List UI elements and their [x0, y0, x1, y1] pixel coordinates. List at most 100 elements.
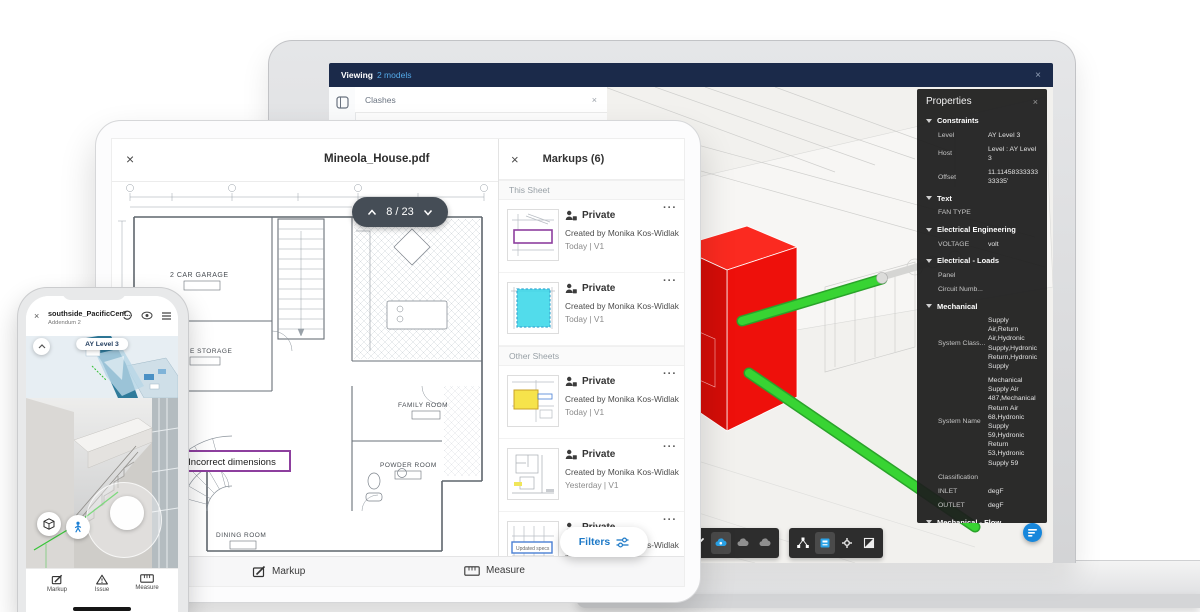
level-badge[interactable]: AY Level 3 [76, 338, 128, 350]
collapse-icon [926, 118, 932, 123]
phone-notch [62, 288, 126, 300]
contrast-icon[interactable] [859, 532, 879, 554]
cloud-view-icon[interactable] [711, 532, 731, 554]
section-text: Text FAN TYPE [917, 189, 1047, 220]
markup-thumbnail [507, 375, 559, 427]
document-title: Mineola_House.pdf [324, 153, 430, 165]
home-indicator[interactable] [73, 607, 131, 611]
section-title: Text [937, 193, 952, 203]
collapse-icon [926, 227, 932, 232]
section-mechanical: Mechanical System Class... Supply Air,Ret… [917, 297, 1047, 513]
phone-doc-subtitle: Addendum 2 [48, 320, 81, 326]
chevron-up-icon[interactable] [367, 208, 377, 216]
share-nodes-icon[interactable] [793, 532, 813, 554]
markup-tool-button[interactable]: Markup [252, 565, 305, 578]
properties-toggle-icon[interactable] [815, 532, 835, 554]
markup-thumbnail [507, 209, 559, 261]
settings-gear-icon[interactable] [837, 532, 857, 554]
model-browser-icon[interactable] [336, 96, 349, 109]
models-count-link[interactable]: 2 models [377, 70, 412, 80]
collapse-map-button[interactable] [33, 338, 50, 355]
section-title: Mechanical [937, 301, 978, 311]
property-row: FAN TYPE [938, 209, 971, 217]
measure-ruler-icon [140, 574, 154, 583]
markups-panel: × Markups (6) This Sheet ··· Private Cre… [498, 139, 684, 556]
eye-icon[interactable] [141, 311, 153, 320]
model-mode-button[interactable] [37, 512, 61, 536]
measure-tool-button[interactable]: Measure [464, 565, 525, 576]
close-icon[interactable]: × [34, 311, 39, 321]
phone-toolbar: Markup Issue Measure [26, 568, 178, 603]
item-meta: Yesterday | V1 [565, 479, 619, 490]
property-row: Panel [938, 271, 956, 279]
clashes-tab[interactable]: Clashes × [355, 87, 607, 113]
issue-tool-button[interactable]: Issue [82, 574, 122, 593]
list-menu-icon[interactable] [161, 311, 172, 321]
item-meta: Today | V1 [565, 240, 605, 251]
joystick-knob[interactable] [110, 496, 144, 530]
property-row: System Name Mechanical Supply Air 487,Mec… [938, 377, 1036, 467]
close-icon[interactable]: × [1033, 97, 1038, 107]
markup-thumbnail [507, 282, 559, 334]
markups-title: Markups (6) [542, 153, 605, 165]
property-row: Circuit Numb... [938, 285, 983, 293]
chevron-down-icon[interactable] [423, 209, 433, 216]
section-title: Constraints [937, 116, 979, 125]
collapse-icon [926, 258, 932, 263]
visibility-badge: Private [582, 376, 616, 387]
close-icon[interactable]: × [126, 151, 134, 167]
help-chat-button[interactable] [1023, 523, 1042, 542]
property-row: System Class... Supply Air,Return Air,Hyd… [938, 317, 1038, 370]
phone-screen: × southside_PacificCent... Addendum 2 AY… [26, 296, 178, 612]
markup-icon [252, 565, 266, 578]
collapse-icon [926, 196, 932, 201]
walk-joystick[interactable] [86, 482, 162, 558]
private-person-icon [565, 283, 577, 294]
cloud-icon[interactable] [733, 532, 753, 554]
markup-tool-label: Markup [272, 566, 306, 577]
private-person-icon [565, 449, 577, 460]
property-row: Level AY Level 3 [938, 131, 1021, 139]
section-constraints: Constraints Level AY Level 3 Host Level : … [917, 111, 1047, 189]
measure-tool-label: Measure [486, 565, 525, 576]
markup-list-item[interactable]: ··· Private Created by Monika Kos-Widlak… [499, 439, 684, 512]
close-icon[interactable]: × [511, 152, 519, 167]
walking-person-icon [74, 521, 82, 533]
canvas: Viewing 2 models × Clashes × Properties … [0, 0, 1200, 612]
created-by: Created by Monika Kos-Widlak [565, 394, 679, 404]
markup-thumbnail [507, 448, 559, 500]
created-by: Created by Monika Kos-Widlak [565, 467, 679, 477]
annotation-text: Incorrect dimensions [188, 457, 276, 468]
visibility-badge: Private [582, 449, 616, 460]
filters-sliders-icon [616, 537, 629, 547]
markup-tool-button[interactable]: Markup [37, 574, 77, 593]
phone-header: × southside_PacificCent... Addendum 2 [26, 296, 178, 336]
property-row: OUTLET degF [938, 502, 1004, 510]
section-other-sheets: Other Sheets [499, 346, 684, 366]
undo-icon[interactable] [122, 310, 133, 321]
room-label-garage: 2 CAR GARAGE [170, 272, 229, 279]
filters-button[interactable]: Filters [560, 527, 648, 557]
markups-header: × Markups (6) [499, 139, 684, 180]
page-navigator[interactable]: 8 / 23 [352, 197, 448, 227]
collapse-icon [926, 520, 932, 523]
property-row: VOLTAGE volt [938, 240, 999, 248]
property-row: INLET degF [938, 487, 1004, 495]
section-mechanical-flow: Mechanical - Flow CFM0 ft³/minute MIN. O… [917, 513, 1047, 523]
markup-thumbnail: Updated specs [507, 521, 559, 556]
collapse-icon [926, 304, 932, 309]
tablet-toolbar: Markup Measure [112, 556, 684, 586]
markup-annotation[interactable]: Incorrect dimensions [173, 450, 291, 472]
private-person-icon [565, 210, 577, 221]
created-by: Created by Monika Kos-Widlak [565, 228, 679, 238]
measure-tool-button[interactable]: Measure [127, 574, 167, 591]
close-icon[interactable]: × [1035, 70, 1041, 81]
cloud-icon[interactable] [755, 532, 775, 554]
markup-list-item[interactable]: ··· Private Created by Monika Kos-Widlak… [499, 273, 684, 346]
markup-list-item[interactable]: ··· Private Created by Monika Kos-Widlak… [499, 200, 684, 273]
visibility-badge: Private [582, 210, 616, 221]
close-icon[interactable]: × [592, 95, 597, 105]
svg-text:Updated specs: Updated specs [516, 546, 550, 552]
markup-list-item[interactable]: ··· Private Created by Monika Kos-Widlak… [499, 366, 684, 439]
view-toolbar [789, 528, 883, 558]
